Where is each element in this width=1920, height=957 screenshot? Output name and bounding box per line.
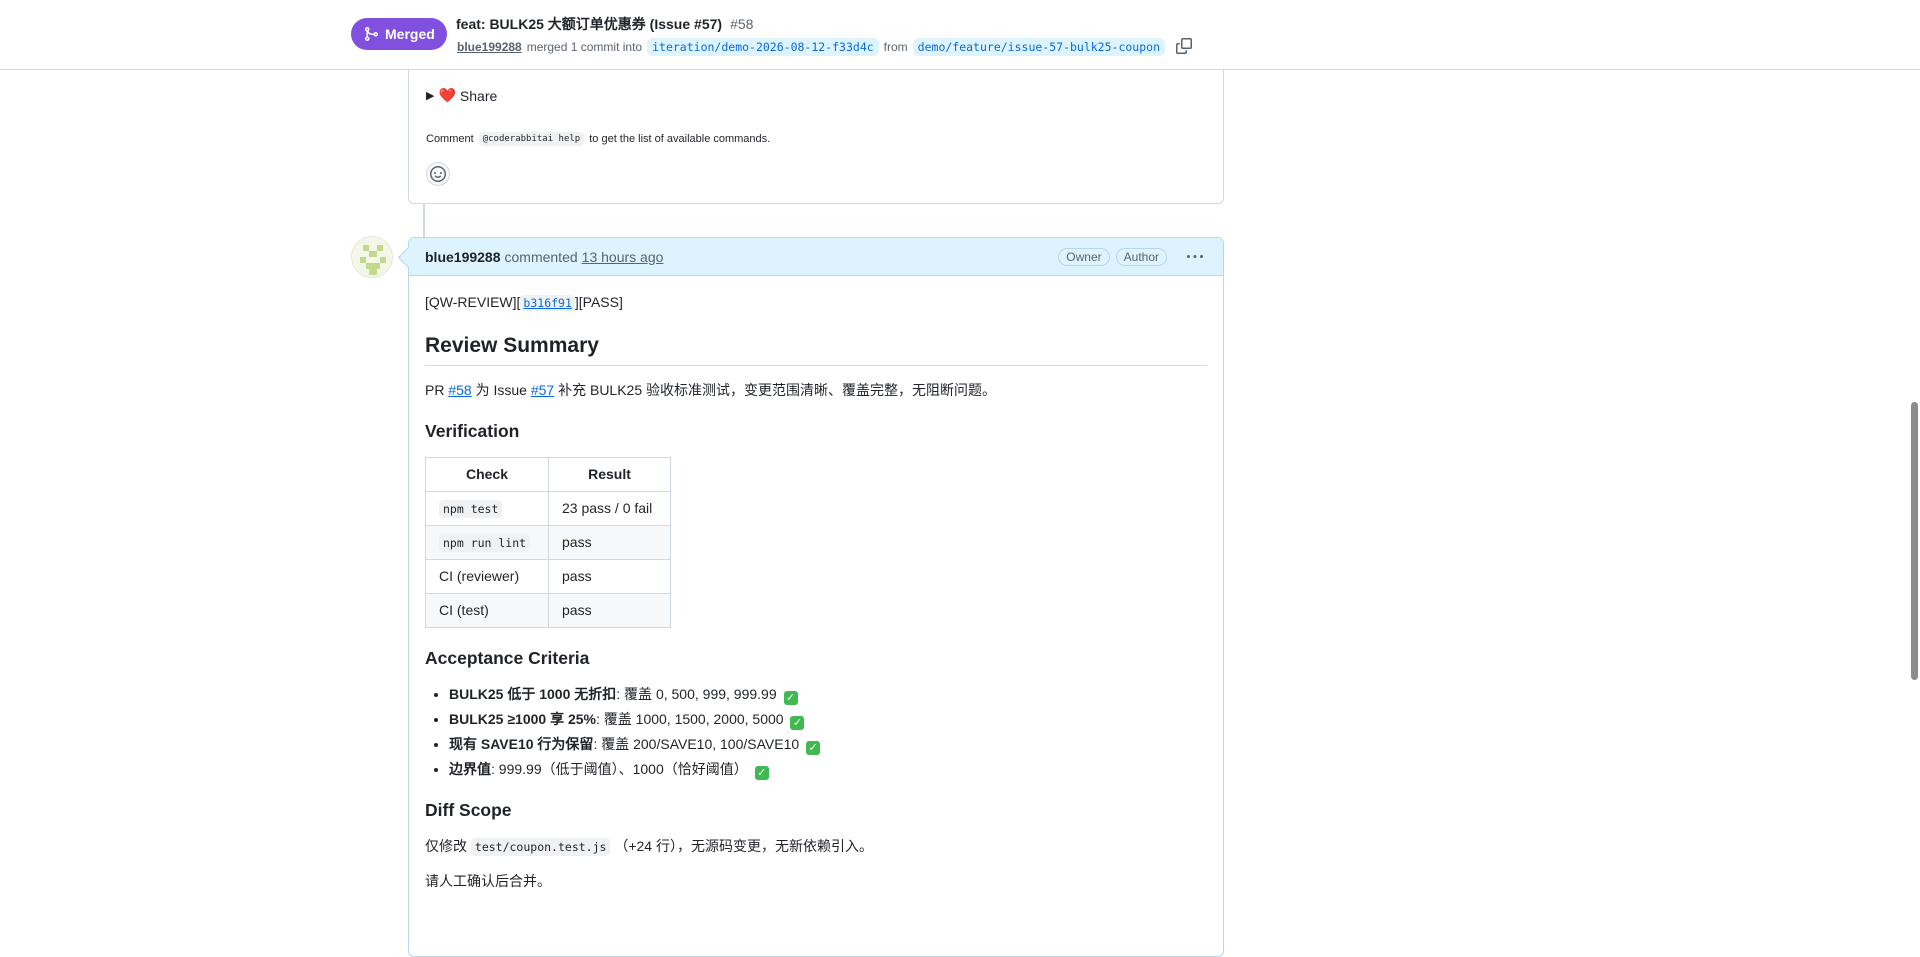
- diff-prefix: 仅修改: [425, 837, 467, 854]
- table-row: CI (test) pass: [425, 593, 671, 629]
- closing-paragraph: 请人工确认后合并。: [425, 872, 551, 889]
- issue-57-link[interactable]: #57: [531, 382, 554, 398]
- pr-title-line: feat: BULK25 大额订单优惠券 (Issue #57) #58: [456, 14, 753, 34]
- table-row: npm run lint pass: [425, 525, 671, 561]
- review-summary-heading: Review Summary: [425, 333, 1207, 367]
- table-cell-check: CI (test): [425, 593, 549, 629]
- previous-comment-box: ▶ ❤️ Share Comment @coderabbitai help to…: [408, 60, 1224, 204]
- diff-scope-heading: Diff Scope: [425, 800, 512, 820]
- share-details-toggle[interactable]: ▶ ❤️ Share: [426, 87, 497, 104]
- check-mark-icon: ✓: [790, 716, 805, 730]
- list-item: BULK25 低于 1000 无折扣: 覆盖 0, 500, 999, 999.…: [449, 684, 1207, 705]
- diff-suffix: （+24 行），无源码变更，无新依赖引入。: [614, 837, 873, 854]
- git-merge-icon: [365, 27, 379, 41]
- pr-sticky-header: Merged feat: BULK25 大额订单优惠券 (Issue #57) …: [0, 0, 1920, 70]
- criteria-text: : 覆盖 0, 500, 999, 999.99: [616, 686, 777, 702]
- merged-text: merged 1 commit into: [526, 40, 643, 54]
- qw-suffix: ][PASS]: [574, 294, 623, 310]
- list-item: BULK25 ≥1000 享 25%: 覆盖 1000, 1500, 2000,…: [449, 709, 1207, 730]
- add-reaction-button[interactable]: [426, 162, 450, 186]
- check-code: npm run lint: [439, 534, 531, 553]
- table-cell-result: pass: [548, 593, 671, 629]
- author-badge: Author: [1115, 247, 1167, 266]
- from-text: from: [883, 40, 908, 54]
- comment-verb: commented: [504, 248, 578, 265]
- identicon-icon: [352, 237, 392, 277]
- timeline-connector: [423, 204, 425, 238]
- check-mark-icon: ✓: [783, 691, 798, 705]
- acceptance-criteria-heading: Acceptance Criteria: [425, 648, 590, 669]
- review-comment: blue199288 commented 13 hours ago Owner …: [408, 237, 1224, 957]
- qw-prefix: [QW-REVIEW][: [425, 294, 521, 310]
- table-header-row: Check Result: [425, 457, 671, 493]
- criteria-text: : 999.99（低于阈值）、1000（恰好阈值）: [491, 761, 748, 777]
- pr-author-link[interactable]: blue199288: [457, 40, 522, 54]
- comment-options-button[interactable]: [1183, 247, 1207, 267]
- comment-badges: Owner Author: [1058, 247, 1207, 267]
- pr-number: #58: [730, 16, 754, 32]
- acceptance-criteria-list: BULK25 低于 1000 无折扣: 覆盖 0, 500, 999, 999.…: [425, 684, 1207, 780]
- check-code: npm test: [439, 500, 503, 519]
- diff-scope-paragraph: 仅修改 test/coupon.test.js （+24 行），无源码变更，无新…: [425, 836, 1207, 857]
- base-branch-link[interactable]: iteration/demo-2026-08-12-f33d4c: [647, 38, 879, 56]
- table-header-check: Check: [425, 457, 549, 493]
- page-scrollbar[interactable]: [1911, 402, 1918, 680]
- comment-timestamp-link[interactable]: 13 hours ago: [582, 249, 664, 265]
- table-cell-result: 23 pass / 0 fail: [548, 491, 671, 527]
- criteria-bold: 现有 SAVE10 行为保留: [449, 736, 594, 752]
- check-mark-icon: ✓: [806, 741, 821, 755]
- head-branch-link[interactable]: demo/feature/issue-57-bulk25-coupon: [912, 38, 1165, 56]
- help-line: Comment @coderabbitai help to get the li…: [426, 132, 770, 146]
- diff-file-code: test/coupon.test.js: [470, 837, 611, 856]
- comment-body: [QW-REVIEW][b316f91][PASS] Review Summar…: [409, 276, 1223, 892]
- table-cell-result: pass: [548, 525, 671, 561]
- copy-icon: [1176, 38, 1192, 54]
- table-header-result: Result: [548, 457, 671, 493]
- list-item: 现有 SAVE10 行为保留: 覆盖 200/SAVE10, 100/SAVE1…: [449, 734, 1207, 755]
- verification-table: Check Result npm test 23 pass / 0 fail n…: [425, 457, 671, 629]
- share-label: Share: [459, 87, 498, 104]
- list-item: 边界值: 999.99（低于阈值）、1000（恰好阈值） ✓: [449, 759, 1207, 780]
- pr-title: feat: BULK25 大额订单优惠券 (Issue #57): [456, 16, 723, 32]
- table-cell-result: pass: [548, 559, 671, 595]
- qw-review-line: [QW-REVIEW][b316f91][PASS]: [425, 292, 1207, 313]
- pr-58-link[interactable]: #58: [448, 382, 471, 398]
- table-row: npm test 23 pass / 0 fail: [425, 491, 671, 527]
- verification-heading: Verification: [425, 421, 520, 442]
- owner-badge: Owner: [1058, 247, 1110, 266]
- help-suffix: to get the list of available commands.: [589, 133, 771, 145]
- help-command: @coderabbitai help: [478, 132, 585, 146]
- comment-author-link[interactable]: blue199288: [425, 249, 501, 265]
- pr-meta-line: blue199288 merged 1 commit into iteratio…: [457, 37, 1194, 57]
- kebab-horizontal-icon: [1187, 254, 1203, 258]
- check-mark-icon: ✓: [754, 766, 769, 780]
- merged-status-badge: Merged: [351, 18, 447, 50]
- summary-pr-text: PR: [425, 382, 445, 399]
- criteria-bold: BULK25 低于 1000 无折扣: [449, 686, 617, 702]
- commit-sha-link[interactable]: b316f91: [520, 295, 575, 311]
- triangle-right-icon: ▶: [426, 90, 435, 102]
- summary-mid-text: 为 Issue: [475, 382, 527, 399]
- table-cell-check: CI (reviewer): [425, 559, 549, 595]
- help-prefix: Comment: [426, 133, 474, 145]
- comment-header: blue199288 commented 13 hours ago Owner …: [409, 238, 1223, 276]
- heart-icon: ❤️: [438, 87, 456, 103]
- criteria-bold: BULK25 ≥1000 享 25%: [449, 711, 596, 727]
- table-row: CI (reviewer) pass: [425, 559, 671, 595]
- summary-paragraph: PR #58 为 Issue #57 补充 BULK25 验收标准测试，变更范围…: [425, 380, 1207, 401]
- criteria-text: : 覆盖 1000, 1500, 2000, 5000: [595, 711, 784, 727]
- table-cell-check: npm run lint: [425, 525, 549, 561]
- table-cell-check: npm test: [425, 491, 549, 527]
- criteria-bold: 边界值: [449, 761, 491, 777]
- summary-rest-text: 补充 BULK25 验收标准测试，变更范围清晰、覆盖完整，无阻断问题。: [558, 382, 997, 399]
- copy-branch-button[interactable]: [1176, 38, 1194, 56]
- merged-status-label: Merged: [385, 26, 435, 42]
- avatar[interactable]: [351, 236, 393, 278]
- smiley-icon: [430, 166, 446, 182]
- criteria-text: : 覆盖 200/SAVE10, 100/SAVE10: [593, 736, 800, 752]
